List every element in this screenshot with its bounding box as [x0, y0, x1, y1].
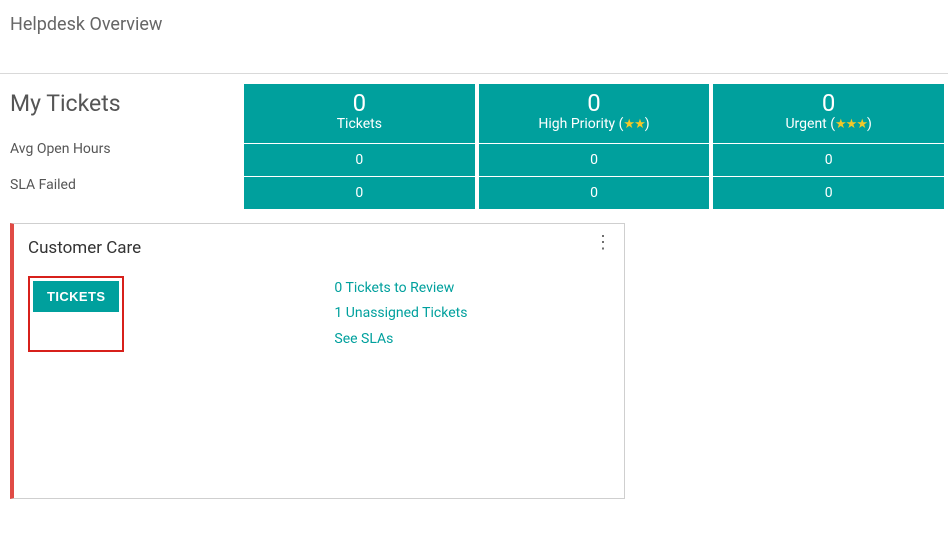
team-card-body: TICKETS 0 Tickets to Review 1 Unassigned…: [28, 276, 610, 352]
stat-high-avg: 0: [479, 143, 710, 176]
avg-open-hours-label: Avg Open Hours: [10, 131, 234, 167]
stat-tickets-avg: 0: [244, 143, 475, 176]
stat-high-suffix: ): [645, 116, 650, 132]
stat-high-title: High Priority (★★): [479, 116, 710, 133]
stat-high-sla: 0: [479, 176, 710, 209]
team-card-links: 0 Tickets to Review 1 Unassigned Tickets…: [334, 276, 467, 352]
link-tickets-to-review[interactable]: 0 Tickets to Review: [334, 280, 454, 296]
tickets-button-highlight: TICKETS: [28, 276, 124, 352]
sla-failed-label: SLA Failed: [10, 167, 234, 203]
stat-col-urgent[interactable]: 0 Urgent (★★★) 0 0: [713, 84, 944, 209]
stat-tickets-title: Tickets: [244, 116, 475, 133]
stat-urgent-prefix: Urgent (: [785, 116, 835, 132]
stats-right-columns: 0 Tickets 0 0 0 High Priority (★★) 0 0 0…: [244, 84, 944, 209]
link-unassigned-tickets[interactable]: 1 Unassigned Tickets: [334, 305, 467, 321]
stat-top: 0 Urgent (★★★): [713, 84, 944, 143]
team-card-customer-care: Customer Care ⋮ TICKETS 0 Tickets to Rev…: [10, 223, 625, 499]
stat-tickets-sla: 0: [244, 176, 475, 209]
team-card-title: Customer Care: [28, 238, 141, 258]
my-tickets-heading: My Tickets: [10, 84, 234, 117]
stat-tickets-value: 0: [244, 90, 475, 116]
stat-urgent-title: Urgent (★★★): [713, 116, 944, 133]
stat-high-prefix: High Priority (: [538, 116, 623, 132]
stat-col-tickets[interactable]: 0 Tickets 0 0: [244, 84, 475, 209]
stats-section: My Tickets Avg Open Hours SLA Failed 0 T…: [0, 74, 948, 219]
tickets-button[interactable]: TICKETS: [33, 281, 119, 312]
stats-left-column: My Tickets Avg Open Hours SLA Failed: [10, 84, 240, 209]
star-icon: ★★★: [835, 117, 867, 132]
stat-urgent-suffix: ): [867, 116, 872, 132]
stat-urgent-sla: 0: [713, 176, 944, 209]
stat-top: 0 Tickets: [244, 84, 475, 143]
page-title: Helpdesk Overview: [0, 0, 948, 74]
link-see-slas[interactable]: See SLAs: [334, 331, 393, 347]
kebab-icon[interactable]: ⋮: [594, 234, 612, 252]
card-area: Customer Care ⋮ TICKETS 0 Tickets to Rev…: [0, 219, 948, 503]
stat-col-high-priority[interactable]: 0 High Priority (★★) 0 0: [479, 84, 710, 209]
stat-urgent-avg: 0: [713, 143, 944, 176]
stat-high-value: 0: [479, 90, 710, 116]
star-icon: ★★: [623, 117, 644, 132]
stat-urgent-value: 0: [713, 90, 944, 116]
stat-top: 0 High Priority (★★): [479, 84, 710, 143]
